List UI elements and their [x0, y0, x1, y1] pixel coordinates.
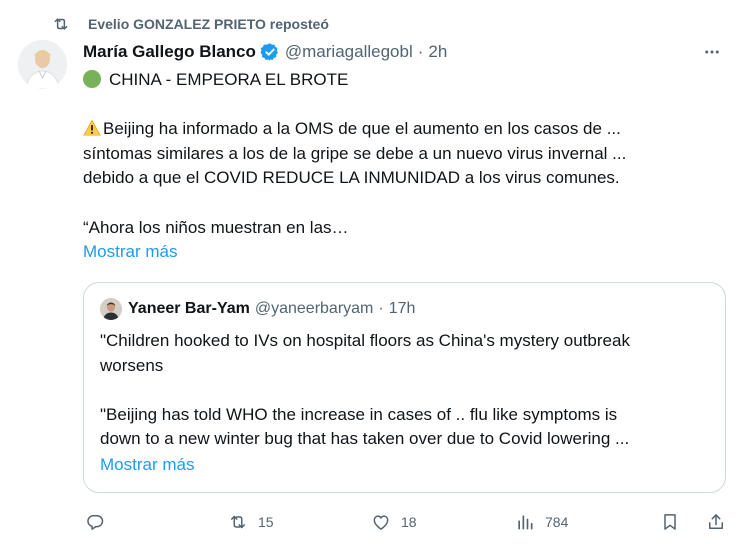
action-bar: 15 18 784: [83, 508, 728, 536]
repost-icon: [52, 15, 70, 33]
reply-icon: [85, 512, 105, 532]
green-circle-icon: [83, 70, 101, 88]
tweet-line: debido a que el COVID REDUCE LA INMUNIDA…: [83, 166, 723, 191]
tweet-line: Beijing ha informado a la OMS de que el …: [83, 117, 723, 142]
quoted-tweet-header: Yaneer Bar-Yam @yaneerbaryam · 17h: [100, 298, 415, 320]
repost-button[interactable]: 15: [228, 508, 274, 536]
share-button[interactable]: [706, 508, 726, 536]
quoted-line: "Children hooked to IVs on hospital floo…: [100, 331, 630, 350]
author-name[interactable]: María Gallego Blanco: [83, 42, 256, 62]
quoted-line: worsens: [100, 355, 164, 375]
repost-context[interactable]: Evelio GONZALEZ PRIETO reposteó: [52, 13, 329, 35]
tweet-line-text: CHINA - EMPEORA EL BROTE: [109, 70, 349, 89]
views-icon: [515, 512, 535, 532]
quoted-timestamp[interactable]: 17h: [389, 300, 416, 318]
repost-icon: [228, 512, 248, 532]
repost-text: Evelio GONZALEZ PRIETO reposteó: [88, 16, 329, 32]
show-more-link[interactable]: Mostrar más: [83, 242, 177, 262]
quoted-tweet[interactable]: Yaneer Bar-Yam @yaneerbaryam · 17h "Chil…: [83, 282, 726, 493]
views-button[interactable]: 784: [515, 508, 568, 536]
tweet-line-text: debido a que el COVID REDUCE LA INMUNIDA…: [83, 168, 620, 188]
author-handle[interactable]: @mariagallegobl: [285, 42, 413, 62]
quoted-tweet-body: "Children hooked to IVs on hospital floo…: [100, 329, 710, 452]
tweet-line-text: síntomas similares a los de la gripe se …: [83, 143, 627, 163]
bookmark-button[interactable]: [660, 508, 680, 536]
reply-button[interactable]: [85, 508, 115, 536]
quoted-author-name[interactable]: Yaneer Bar-Yam: [128, 300, 250, 318]
bookmark-icon: [660, 512, 680, 532]
tweet-line-text: “Ahora los niños muestran en las…: [83, 217, 349, 237]
tweet-timestamp[interactable]: 2h: [428, 42, 447, 62]
tweet-line: “Ahora los niños muestran en las…: [83, 216, 723, 241]
tweet-line: síntomas similares a los de la gripe se …: [83, 142, 723, 167]
separator-dot: ·: [417, 42, 424, 61]
avatar[interactable]: [18, 40, 67, 89]
tweet-body: CHINA - EMPEORA EL BROTE Beijing ha info…: [83, 68, 723, 240]
tweet-line-text: Beijing ha informado a la OMS de que el …: [103, 119, 621, 139]
quoted-avatar[interactable]: [100, 298, 122, 320]
repost-count: 15: [258, 514, 274, 530]
quoted-line: down to a new winter bug that has taken …: [100, 429, 630, 449]
verified-badge-icon: [260, 42, 280, 62]
separator-dot: ·: [378, 300, 384, 317]
quoted-author-handle[interactable]: @yaneerbaryam: [255, 300, 374, 318]
quoted-line: "Beijing has told WHO the increase in ca…: [100, 404, 618, 424]
views-count: 784: [545, 514, 569, 530]
like-count: 18: [401, 514, 417, 530]
share-icon: [706, 512, 726, 532]
tweet-line: CHINA - EMPEORA EL BROTE: [83, 68, 723, 93]
like-button[interactable]: 18: [371, 508, 417, 536]
tweet-header: María Gallego Blanco @mariagallegobl · 2…: [83, 40, 724, 64]
heart-icon: [371, 512, 391, 532]
warning-icon: [83, 119, 101, 137]
more-options-icon[interactable]: [700, 40, 724, 64]
quoted-show-more-link[interactable]: Mostrar más: [100, 455, 194, 475]
